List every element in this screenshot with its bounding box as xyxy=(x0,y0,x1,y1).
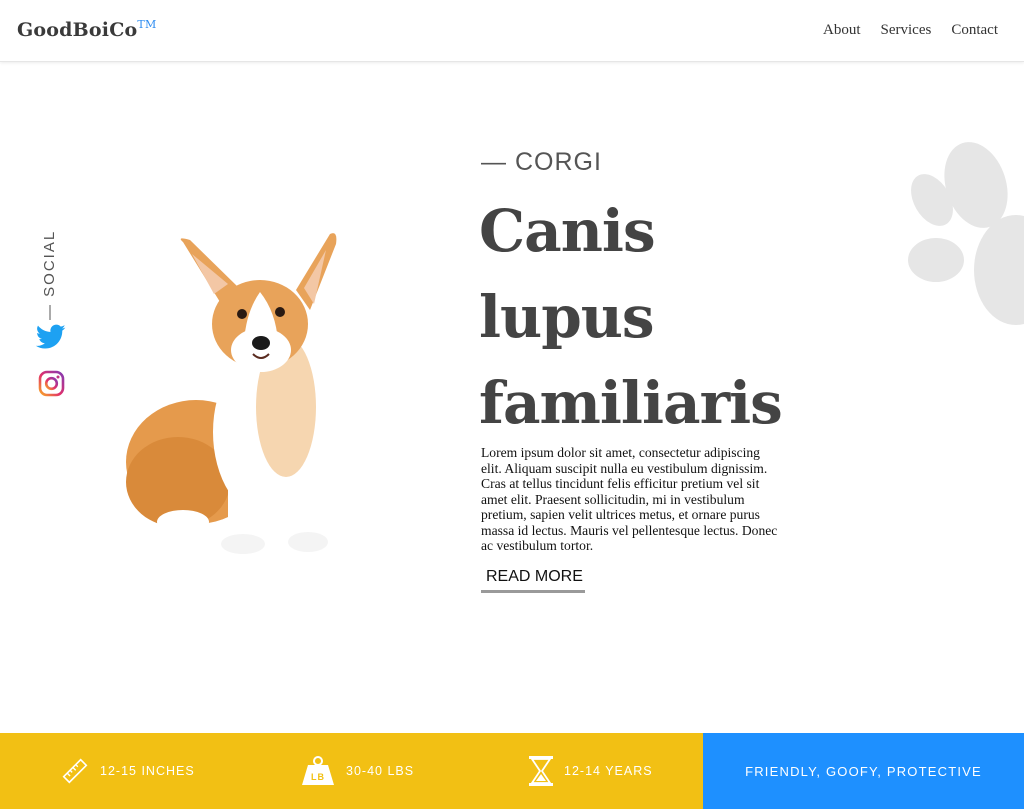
title-line: lupus xyxy=(479,283,655,351)
stats-panel: 12-15 INCHES LB 30-40 LBS 12-14 YEARS xyxy=(0,733,703,809)
twitter-icon[interactable] xyxy=(35,324,66,350)
weight-badge-text: LB xyxy=(311,772,325,782)
ruler-icon xyxy=(62,758,88,784)
hourglass-icon xyxy=(529,756,553,786)
stats-bar: 12-15 INCHES LB 30-40 LBS 12-14 YEARS FR… xyxy=(0,733,1024,809)
read-more-button[interactable]: READ MORE xyxy=(481,568,585,593)
weight-icon: LB xyxy=(302,756,334,785)
stat-height: 12-15 INCHES xyxy=(60,733,195,809)
stat-weight: LB 30-40 LBS xyxy=(300,733,414,809)
nav-contact[interactable]: Contact xyxy=(951,22,998,39)
brand-name: GoodBoiCo xyxy=(17,19,138,41)
brand-logo[interactable]: GoodBoiCoTM xyxy=(17,18,157,41)
temperament-panel: FRIENDLY, GOOFY, PROTECTIVE xyxy=(703,733,1024,809)
nav-services[interactable]: Services xyxy=(881,22,932,39)
stat-lifespan-text: 12-14 YEARS xyxy=(564,764,653,778)
stat-weight-text: 30-40 LBS xyxy=(346,764,415,778)
breed-label: — CORGI xyxy=(481,148,602,176)
corgi-image xyxy=(126,233,337,554)
species-title: Canis lupus familiaris xyxy=(479,188,783,446)
title-line: familiaris xyxy=(479,369,783,437)
nav-about[interactable]: About xyxy=(823,22,861,39)
stat-lifespan: 12-14 YEARS xyxy=(528,733,653,809)
site-header: GoodBoiCoTM About Services Contact xyxy=(0,0,1024,62)
stat-height-text: 12-15 INCHES xyxy=(100,764,195,778)
title-line: Canis xyxy=(479,197,656,265)
social-label: — SOCIAL xyxy=(37,229,61,320)
description-text: Lorem ipsum dolor sit amet, consectetur … xyxy=(481,445,778,553)
trademark-mark: TM xyxy=(137,18,157,31)
social-label-text: — SOCIAL xyxy=(41,229,58,320)
instagram-icon[interactable] xyxy=(38,370,65,397)
main-nav: About Services Contact xyxy=(823,22,998,39)
paw-print-icon xyxy=(908,142,1024,325)
temperament-text: FRIENDLY, GOOFY, PROTECTIVE xyxy=(745,763,982,779)
